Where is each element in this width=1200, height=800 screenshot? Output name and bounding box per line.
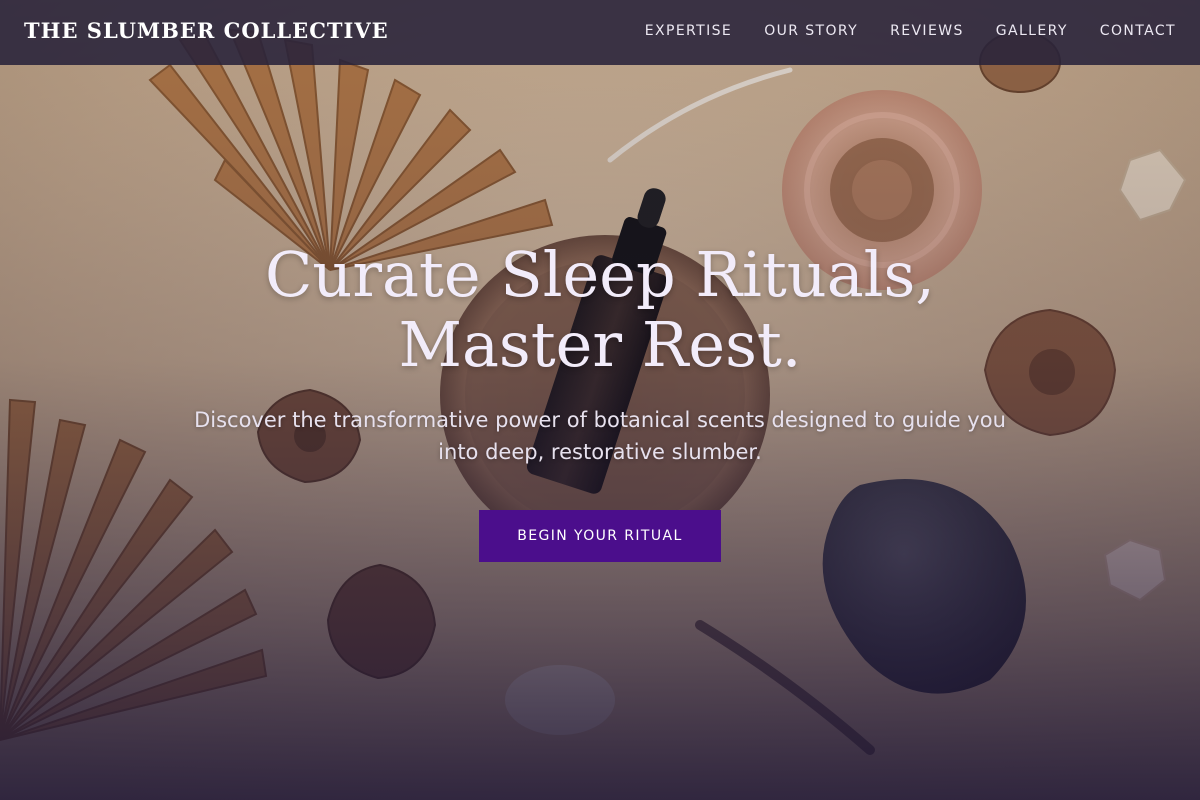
nav-link-gallery[interactable]: GALLERY bbox=[996, 23, 1068, 39]
top-navbar: THE SLUMBER COLLECTIVE EXPERTISE OUR STO… bbox=[0, 0, 1200, 65]
begin-ritual-button[interactable]: BEGIN YOUR RITUAL bbox=[479, 510, 721, 562]
hero-section: THE SLUMBER COLLECTIVE EXPERTISE OUR STO… bbox=[0, 0, 1200, 800]
hero-content: Curate Sleep Rituals, Master Rest. Disco… bbox=[100, 240, 1100, 562]
nav-link-contact[interactable]: CONTACT bbox=[1100, 23, 1176, 39]
brand-logo[interactable]: THE SLUMBER COLLECTIVE bbox=[24, 18, 389, 43]
hero-subtitle: Discover the transformative power of bot… bbox=[194, 408, 1006, 464]
hero-title: Curate Sleep Rituals, Master Rest. bbox=[100, 240, 1100, 380]
nav-link-reviews[interactable]: REVIEWS bbox=[890, 23, 964, 39]
nav-link-our-story[interactable]: OUR STORY bbox=[764, 23, 858, 39]
nav-link-expertise[interactable]: EXPERTISE bbox=[645, 23, 732, 39]
hero-title-line-1: Curate Sleep Rituals, bbox=[264, 238, 936, 311]
nav-links: EXPERTISE OUR STORY REVIEWS GALLERY CONT… bbox=[645, 23, 1176, 39]
hero-title-line-2: Master Rest. bbox=[398, 308, 802, 381]
